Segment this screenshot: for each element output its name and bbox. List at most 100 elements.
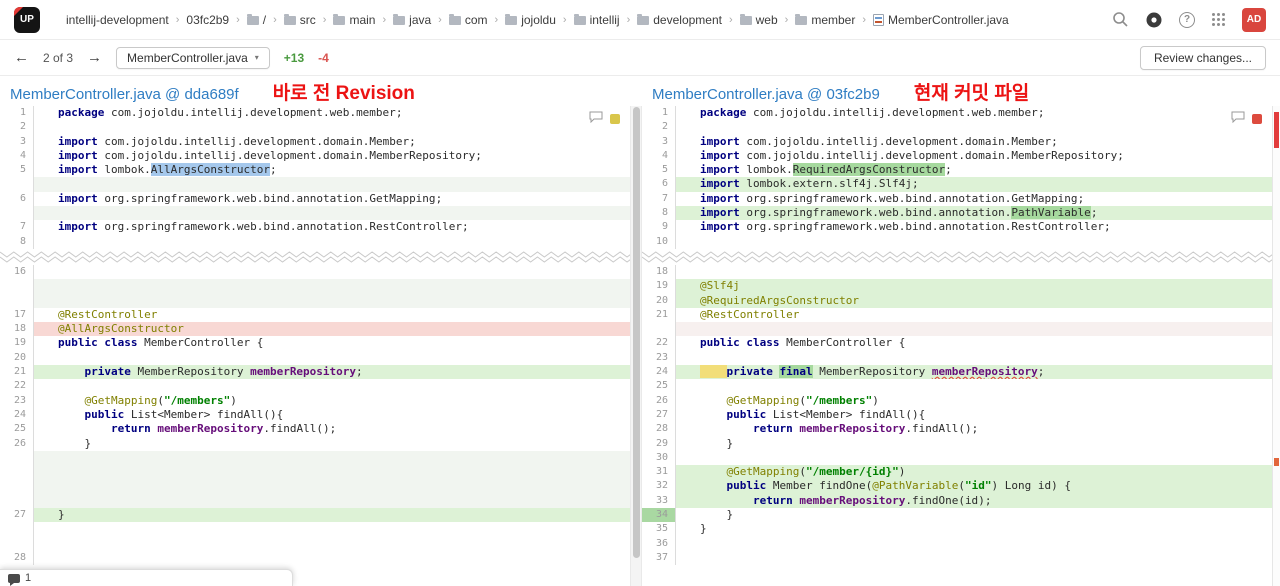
line-number[interactable]: 34 bbox=[642, 508, 676, 523]
code-line: return memberRepository.findAll(); bbox=[110, 422, 337, 436]
line-number[interactable]: 18 bbox=[642, 264, 676, 280]
admin-gear-icon[interactable] bbox=[1145, 11, 1163, 29]
line-number[interactable] bbox=[642, 322, 676, 337]
line-number[interactable]: 5 bbox=[0, 163, 34, 178]
line-number[interactable]: 26 bbox=[642, 393, 676, 408]
next-change-button[interactable]: → bbox=[87, 50, 102, 65]
line-number[interactable] bbox=[0, 450, 34, 466]
line-number[interactable]: 3 bbox=[642, 134, 676, 149]
comments-icon[interactable] bbox=[1231, 110, 1245, 128]
line-number[interactable]: 19 bbox=[642, 279, 676, 294]
help-icon[interactable]: ? bbox=[1179, 11, 1195, 28]
line-number[interactable] bbox=[0, 206, 34, 221]
line-number[interactable]: 21 bbox=[642, 307, 676, 323]
review-marker-icon[interactable] bbox=[610, 114, 620, 124]
line-number[interactable]: 16 bbox=[0, 264, 34, 280]
breadcrumb-item[interactable]: intellij-development bbox=[66, 13, 169, 27]
line-number[interactable]: 25 bbox=[642, 379, 676, 394]
line-number[interactable] bbox=[0, 536, 34, 551]
line-number[interactable]: 28 bbox=[0, 550, 34, 566]
file-selector-dropdown[interactable]: MemberController.java ▾ bbox=[116, 46, 270, 69]
line-number[interactable]: 37 bbox=[642, 550, 676, 566]
breadcrumb-item[interactable]: intellij bbox=[573, 13, 620, 27]
line-number[interactable]: 8 bbox=[642, 206, 676, 221]
breadcrumb-item[interactable]: jojoldu bbox=[505, 13, 556, 27]
line-number[interactable]: 28 bbox=[642, 422, 676, 437]
line-number[interactable] bbox=[0, 479, 34, 494]
line-number[interactable]: 19 bbox=[0, 336, 34, 351]
line-number[interactable]: 6 bbox=[642, 177, 676, 192]
line-number[interactable]: 22 bbox=[642, 336, 676, 351]
upsource-logo[interactable]: UP bbox=[14, 6, 40, 33]
lines-removed-count: -4 bbox=[318, 50, 329, 65]
line-number[interactable]: 22 bbox=[0, 379, 34, 394]
stripe-change-marker[interactable] bbox=[1274, 112, 1279, 148]
line-number[interactable]: 4 bbox=[0, 148, 34, 164]
breadcrumb-item[interactable]: member bbox=[795, 13, 855, 27]
line-number[interactable]: 27 bbox=[642, 407, 676, 423]
line-number[interactable]: 33 bbox=[642, 493, 676, 509]
line-number[interactable]: 30 bbox=[642, 450, 676, 466]
line-number[interactable]: 4 bbox=[642, 148, 676, 164]
line-number[interactable] bbox=[0, 465, 34, 480]
line-number[interactable]: 9 bbox=[642, 220, 676, 235]
line-number[interactable]: 1 bbox=[0, 106, 34, 121]
breadcrumb-item[interactable]: / bbox=[246, 13, 266, 27]
comment-popup[interactable]: 1 bbox=[0, 569, 293, 586]
line-number[interactable]: 18 bbox=[0, 322, 34, 337]
line-number[interactable] bbox=[0, 177, 34, 192]
comments-icon[interactable] bbox=[589, 110, 603, 128]
line-number[interactable]: 8 bbox=[0, 234, 34, 249]
breadcrumb-item[interactable]: src bbox=[283, 13, 316, 27]
line-number[interactable]: 7 bbox=[642, 191, 676, 207]
line-number[interactable]: 25 bbox=[0, 422, 34, 437]
line-number[interactable]: 6 bbox=[0, 191, 34, 207]
collapsed-region-separator[interactable] bbox=[642, 249, 1272, 265]
line-number[interactable] bbox=[0, 522, 34, 537]
line-number[interactable]: 7 bbox=[0, 220, 34, 235]
line-number[interactable]: 29 bbox=[642, 436, 676, 451]
diff-row: 25 return memberRepository.findAll(); bbox=[0, 422, 630, 437]
line-number[interactable]: 21 bbox=[0, 365, 34, 380]
line-number[interactable]: 32 bbox=[642, 479, 676, 494]
scrollbar-thumb[interactable] bbox=[633, 107, 640, 559]
collapsed-region-separator[interactable] bbox=[0, 249, 630, 265]
line-number[interactable] bbox=[0, 279, 34, 294]
line-number[interactable] bbox=[0, 493, 34, 509]
line-number[interactable]: 26 bbox=[0, 436, 34, 451]
line-number[interactable]: 24 bbox=[0, 407, 34, 423]
line-number[interactable]: 1 bbox=[642, 106, 676, 121]
apps-grid-icon[interactable] bbox=[1211, 12, 1226, 27]
breadcrumb-item[interactable]: web bbox=[739, 13, 778, 27]
line-number[interactable]: 27 bbox=[0, 508, 34, 523]
diff-scrollbar[interactable] bbox=[630, 106, 642, 586]
line-number[interactable]: 20 bbox=[0, 350, 34, 366]
line-number[interactable]: 23 bbox=[0, 393, 34, 408]
prev-change-button[interactable]: ← bbox=[14, 50, 29, 65]
line-number[interactable]: 31 bbox=[642, 465, 676, 480]
breadcrumb-item[interactable]: development bbox=[637, 13, 722, 27]
line-number[interactable]: 17 bbox=[0, 307, 34, 323]
stripe-change-marker[interactable] bbox=[1274, 458, 1279, 466]
breadcrumb-item[interactable]: com bbox=[448, 13, 488, 27]
breadcrumb-item[interactable]: java bbox=[393, 13, 431, 27]
line-number[interactable]: 2 bbox=[642, 120, 676, 135]
line-number[interactable]: 20 bbox=[642, 293, 676, 308]
line-number[interactable]: 2 bbox=[0, 120, 34, 135]
review-changes-button[interactable]: Review changes... bbox=[1139, 45, 1266, 70]
review-marker-icon[interactable] bbox=[1252, 114, 1262, 124]
line-number[interactable]: 23 bbox=[642, 350, 676, 366]
breadcrumb-item[interactable]: 03fc2b9 bbox=[186, 13, 229, 27]
line-number[interactable]: 3 bbox=[0, 134, 34, 149]
search-icon[interactable] bbox=[1112, 11, 1129, 28]
line-number[interactable]: 10 bbox=[642, 234, 676, 249]
breadcrumb-item[interactable]: main bbox=[333, 13, 375, 27]
avatar[interactable]: AD bbox=[1242, 7, 1266, 32]
code-line bbox=[34, 465, 630, 480]
line-number[interactable]: 24 bbox=[642, 365, 676, 380]
line-number[interactable]: 35 bbox=[642, 522, 676, 537]
line-number[interactable]: 36 bbox=[642, 536, 676, 551]
breadcrumb-item[interactable]: MemberController.java bbox=[873, 13, 1009, 27]
line-number[interactable] bbox=[0, 293, 34, 308]
line-number[interactable]: 5 bbox=[642, 163, 676, 178]
